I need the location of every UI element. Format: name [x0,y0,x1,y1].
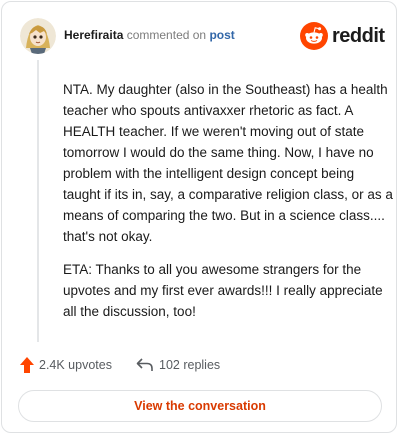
reply-arrow-icon [136,358,153,371]
comment-byline: Herefiraita commented on post [64,28,235,42]
comment-paragraph: ETA: Thanks to all you awesome strangers… [63,262,383,319]
post-link[interactable]: post [209,28,234,42]
user-avatar[interactable] [20,18,56,54]
view-conversation-button[interactable]: View the conversation [18,390,382,422]
comment-body: NTA. My daughter (also in the Southeast)… [63,79,393,334]
upvote-arrow-icon [20,357,34,373]
comment-actions: 2.4K upvotes 102 replies [20,354,380,376]
reddit-snoo-icon [300,22,328,50]
comment-embed-card: Herefiraita commented on post reddit NTA… [1,1,397,433]
replies-button[interactable]: 102 replies [136,354,220,376]
comment-header: Herefiraita commented on post reddit [20,16,385,56]
comment-paragraph: NTA. My daughter (also in the Southeast)… [63,82,393,244]
upvote-count: 2.4K upvotes [39,358,112,372]
username-link[interactable]: Herefiraita [64,28,123,42]
action-text: commented on [126,28,207,42]
thread-line[interactable] [37,60,39,342]
upvote-button[interactable]: 2.4K upvotes [20,354,112,376]
reddit-wordmark: reddit [332,25,385,47]
reddit-logo[interactable]: reddit [300,22,385,50]
reply-count: 102 replies [159,358,221,372]
